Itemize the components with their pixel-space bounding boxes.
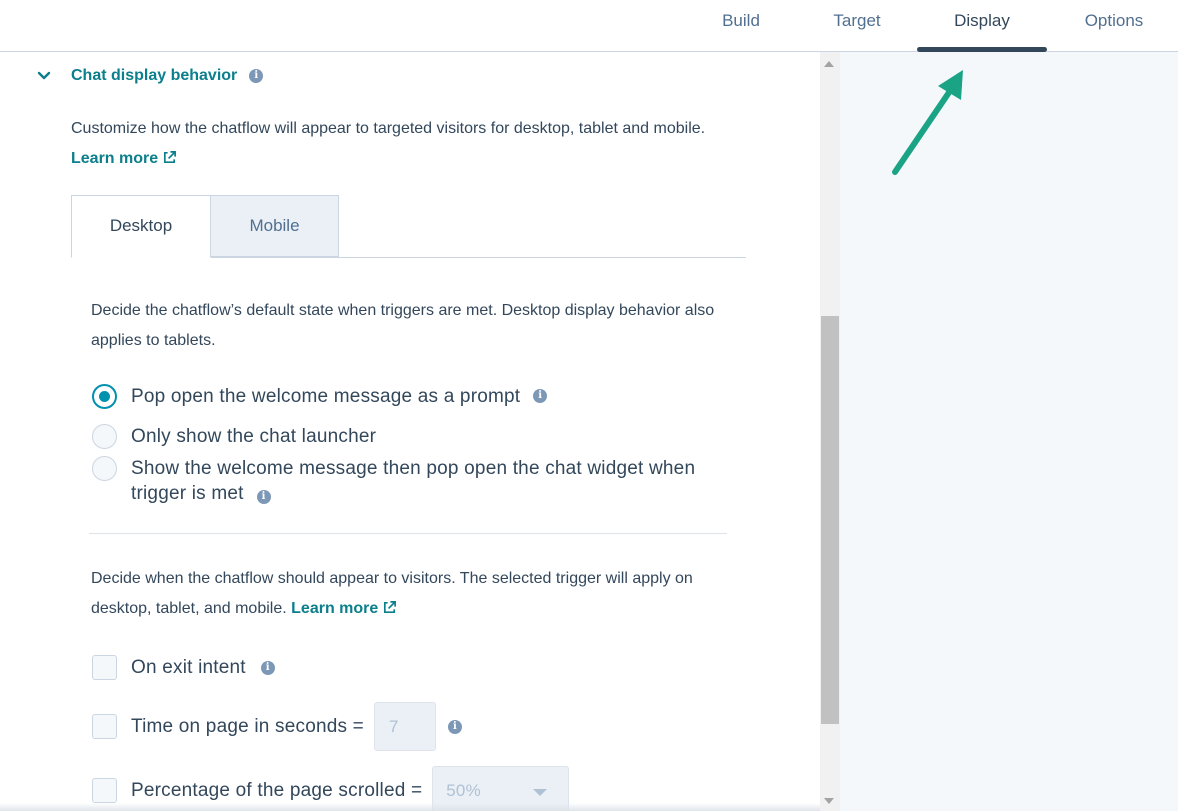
checkbox[interactable] [92,714,117,739]
checkbox[interactable] [92,778,117,803]
tab-build[interactable]: Build [706,0,776,52]
tab-options[interactable]: Options [1070,0,1158,52]
scroll-down-arrow-icon[interactable] [824,798,834,804]
section-header[interactable]: Chat display behavior i [36,65,264,87]
device-tabs: Desktop Mobile [71,195,746,258]
checkbox[interactable] [92,655,117,680]
radio-button[interactable] [92,384,117,409]
chevron-down-icon[interactable] [36,68,52,84]
radio-option-pop-open[interactable]: Pop open the welcome message as a prompt… [92,384,548,409]
scrollbar-thumb[interactable] [821,316,839,724]
external-link-icon[interactable] [162,150,177,165]
learn-more-link[interactable]: Learn more [291,600,378,617]
tab-target[interactable]: Target [820,0,894,52]
trigger-time-on-page[interactable]: Time on page in seconds = 7 i [92,702,462,751]
external-link-icon[interactable] [382,600,397,615]
radio-label-wrap: Show the welcome message then pop open t… [131,456,711,506]
radio-option-welcome-then-widget[interactable]: Show the welcome message then pop open t… [92,456,711,506]
radio-label: Pop open the welcome message as a prompt [131,386,521,407]
scroll-up-arrow-icon[interactable] [824,61,834,67]
tab-mobile[interactable]: Mobile [210,195,339,257]
checkbox-label: Percentage of the page scrolled = [131,779,423,801]
tab-desktop[interactable]: Desktop [71,195,211,258]
time-on-page-input[interactable]: 7 [373,702,436,751]
scrollbar[interactable] [820,52,840,811]
section-title: Chat display behavior [71,67,238,84]
divider [89,533,727,534]
tab-display[interactable]: Display [940,0,1024,52]
section-description-text: Customize how the chatflow will appear t… [71,120,706,137]
caret-down-icon [533,789,548,796]
settings-content: Chat display behavior i Customize how th… [0,52,820,811]
radio-option-launcher[interactable]: Only show the chat launcher [92,424,376,449]
select-value: 50% [446,781,481,800]
radio-label: Only show the chat launcher [131,426,377,447]
radio-label: Show the welcome message then pop open t… [131,458,696,504]
section-description: Customize how the chatflow will appear t… [71,114,751,174]
checkbox-label: On exit intent [131,656,246,678]
radio-button[interactable] [92,456,117,481]
radio-button[interactable] [92,424,117,449]
scroll-fade [0,803,820,811]
default-state-description: Decide the chatflow’s default state when… [91,302,715,349]
trigger-exit-intent[interactable]: On exit intent i [92,655,275,680]
info-icon[interactable]: i [256,490,271,504]
triggers-description: Decide when the chatflow should appear t… [91,564,731,624]
annotation-arrow-icon [892,70,963,175]
info-icon[interactable]: i [249,69,264,83]
learn-more-link[interactable]: Learn more [71,150,158,167]
checkbox-label: Time on page in seconds = [131,715,364,737]
info-icon[interactable]: i [447,719,462,734]
active-tab-indicator [917,47,1047,52]
top-navigation: Build Target Display Options [0,0,1178,52]
info-icon[interactable]: i [533,389,548,403]
info-icon[interactable]: i [260,660,275,675]
